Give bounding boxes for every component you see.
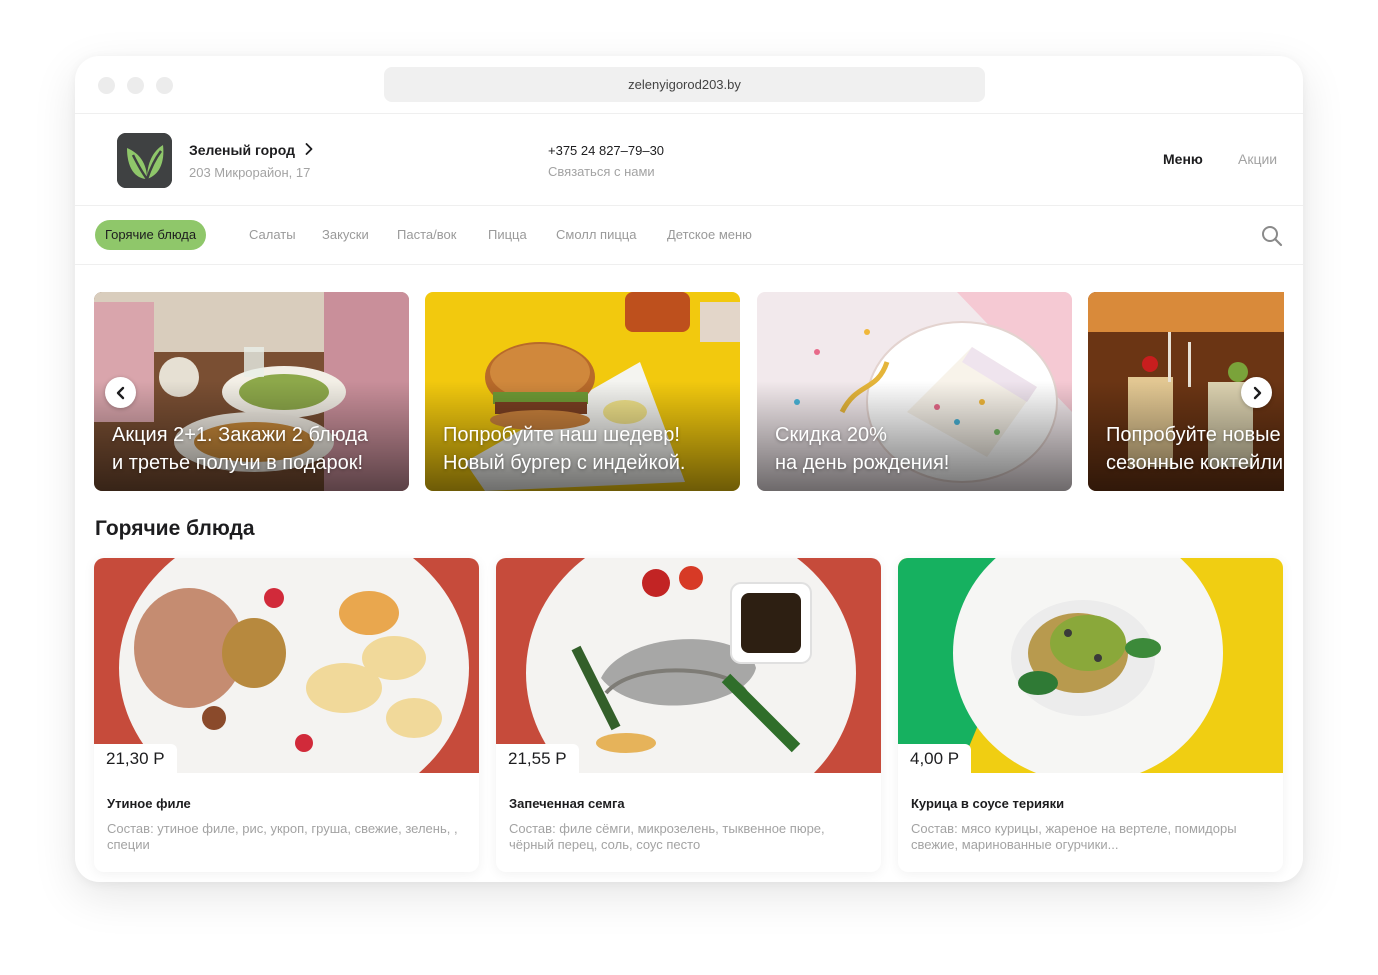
tab-snacks[interactable]: Закуски <box>322 227 369 242</box>
promo-caption-line: сезонные коктейли <box>1106 452 1284 474</box>
address-bar[interactable]: zelenyigorod203.by <box>384 67 985 102</box>
promo-card[interactable]: Попробуйте наш шедевр! Новый бургер с ин… <box>425 292 740 491</box>
promo-caption: Попробуйте наш шедевр! Новый бургер с ин… <box>443 421 685 477</box>
contact-us-link[interactable]: Связаться с нами <box>548 164 664 179</box>
dish-photo <box>94 558 479 773</box>
brand-address: 203 Микрорайон, 17 <box>189 165 311 181</box>
nav-menu-link[interactable]: Меню <box>1163 151 1203 167</box>
promo-caption: Акция 2+1. Закажи 2 блюда и третье получ… <box>112 421 368 477</box>
promo-caption: Скидка 20% на день рождения! <box>775 421 949 477</box>
promo-caption-line: Попробуйте наш шедевр! <box>443 424 680 446</box>
chevron-right-icon <box>305 142 313 160</box>
search-icon[interactable] <box>1261 225 1283 252</box>
brand-name[interactable]: Зеленый город <box>189 142 295 158</box>
browser-window: zelenyigorod203.by Зеленый город 203 Мик… <box>75 56 1303 882</box>
chevron-right-icon <box>1253 386 1261 399</box>
tab-kids-menu[interactable]: Детское меню <box>667 227 752 242</box>
category-tabs: Горячие блюда Салаты Закуски Паста/вок П… <box>75 206 1303 265</box>
nav-promotions-link[interactable]: Акции <box>1238 151 1277 167</box>
tab-small-pizza[interactable]: Смолл пицца <box>556 227 636 242</box>
promo-card[interactable]: Акция 2+1. Закажи 2 блюда и третье получ… <box>94 292 409 491</box>
tab-pasta-wok[interactable]: Паста/вок <box>397 227 456 242</box>
price-badge: 4,00 Р <box>898 744 972 774</box>
dish-card[interactable]: 21,30 Р Утиное филе Состав: утиное филе,… <box>94 558 479 872</box>
promo-caption-line: Скидка 20% <box>775 424 887 446</box>
dish-description: Состав: утиное филе, рис, укроп, груша, … <box>107 821 458 852</box>
window-minimize-button[interactable] <box>127 77 144 94</box>
promo-caption-line: Акция 2+1. Закажи 2 блюда <box>112 424 369 446</box>
carousel-prev-button[interactable] <box>105 377 136 408</box>
tab-pizza[interactable]: Пицца <box>488 227 527 242</box>
contact-block: +375 24 827–79–30 Связаться с нами <box>548 143 664 179</box>
promo-caption-line: Новый бургер с индейкой. <box>443 452 686 474</box>
tab-hot-dishes[interactable]: Горячие блюда <box>95 220 207 250</box>
brand-block[interactable]: Зеленый город 203 Микрорайон, 17 <box>189 142 313 180</box>
leaf-logo-icon[interactable] <box>117 133 172 188</box>
promo-caption: Попробуйте новые сезонные коктейли <box>1106 421 1283 477</box>
promo-card[interactable]: Скидка 20% на день рождения! <box>757 292 1072 491</box>
dish-description: Состав: филе сёмги, микрозелень, тыквенн… <box>509 821 825 852</box>
carousel-next-button[interactable] <box>1241 377 1272 408</box>
dish-name[interactable]: Курица в соусе терияки <box>911 796 1064 811</box>
phone-number[interactable]: +375 24 827–79–30 <box>548 143 664 158</box>
site-header: Зеленый город 203 Микрорайон, 17 +375 24… <box>75 114 1303 206</box>
dish-name[interactable]: Запеченная семга <box>509 796 625 811</box>
promo-carousel: Акция 2+1. Закажи 2 блюда и третье получ… <box>94 292 1284 492</box>
promo-caption-line: и третье получи в подарок! <box>112 452 364 474</box>
browser-toolbar: zelenyigorod203.by <box>75 56 1303 114</box>
promo-caption-line: Попробуйте новые <box>1106 424 1281 446</box>
dish-description: Состав: мясо курицы, жареное на вертеле,… <box>911 821 1237 852</box>
dish-photo <box>898 558 1283 773</box>
price-badge: 21,30 Р <box>94 744 177 774</box>
dish-card[interactable]: 21,55 Р Запеченная семга Состав: филе сё… <box>496 558 881 872</box>
dish-name[interactable]: Утиное филе <box>107 796 191 811</box>
window-maximize-button[interactable] <box>156 77 173 94</box>
window-close-button[interactable] <box>98 77 115 94</box>
dish-card[interactable]: 4,00 Р Курица в соусе терияки Состав: мя… <box>898 558 1283 872</box>
chevron-left-icon <box>116 386 124 399</box>
promo-caption-line: на день рождения! <box>775 452 950 474</box>
price-badge: 21,55 Р <box>496 744 579 774</box>
section-title: Горячие блюда <box>95 517 255 540</box>
tab-salads[interactable]: Салаты <box>249 227 296 242</box>
dish-photo <box>496 558 881 773</box>
